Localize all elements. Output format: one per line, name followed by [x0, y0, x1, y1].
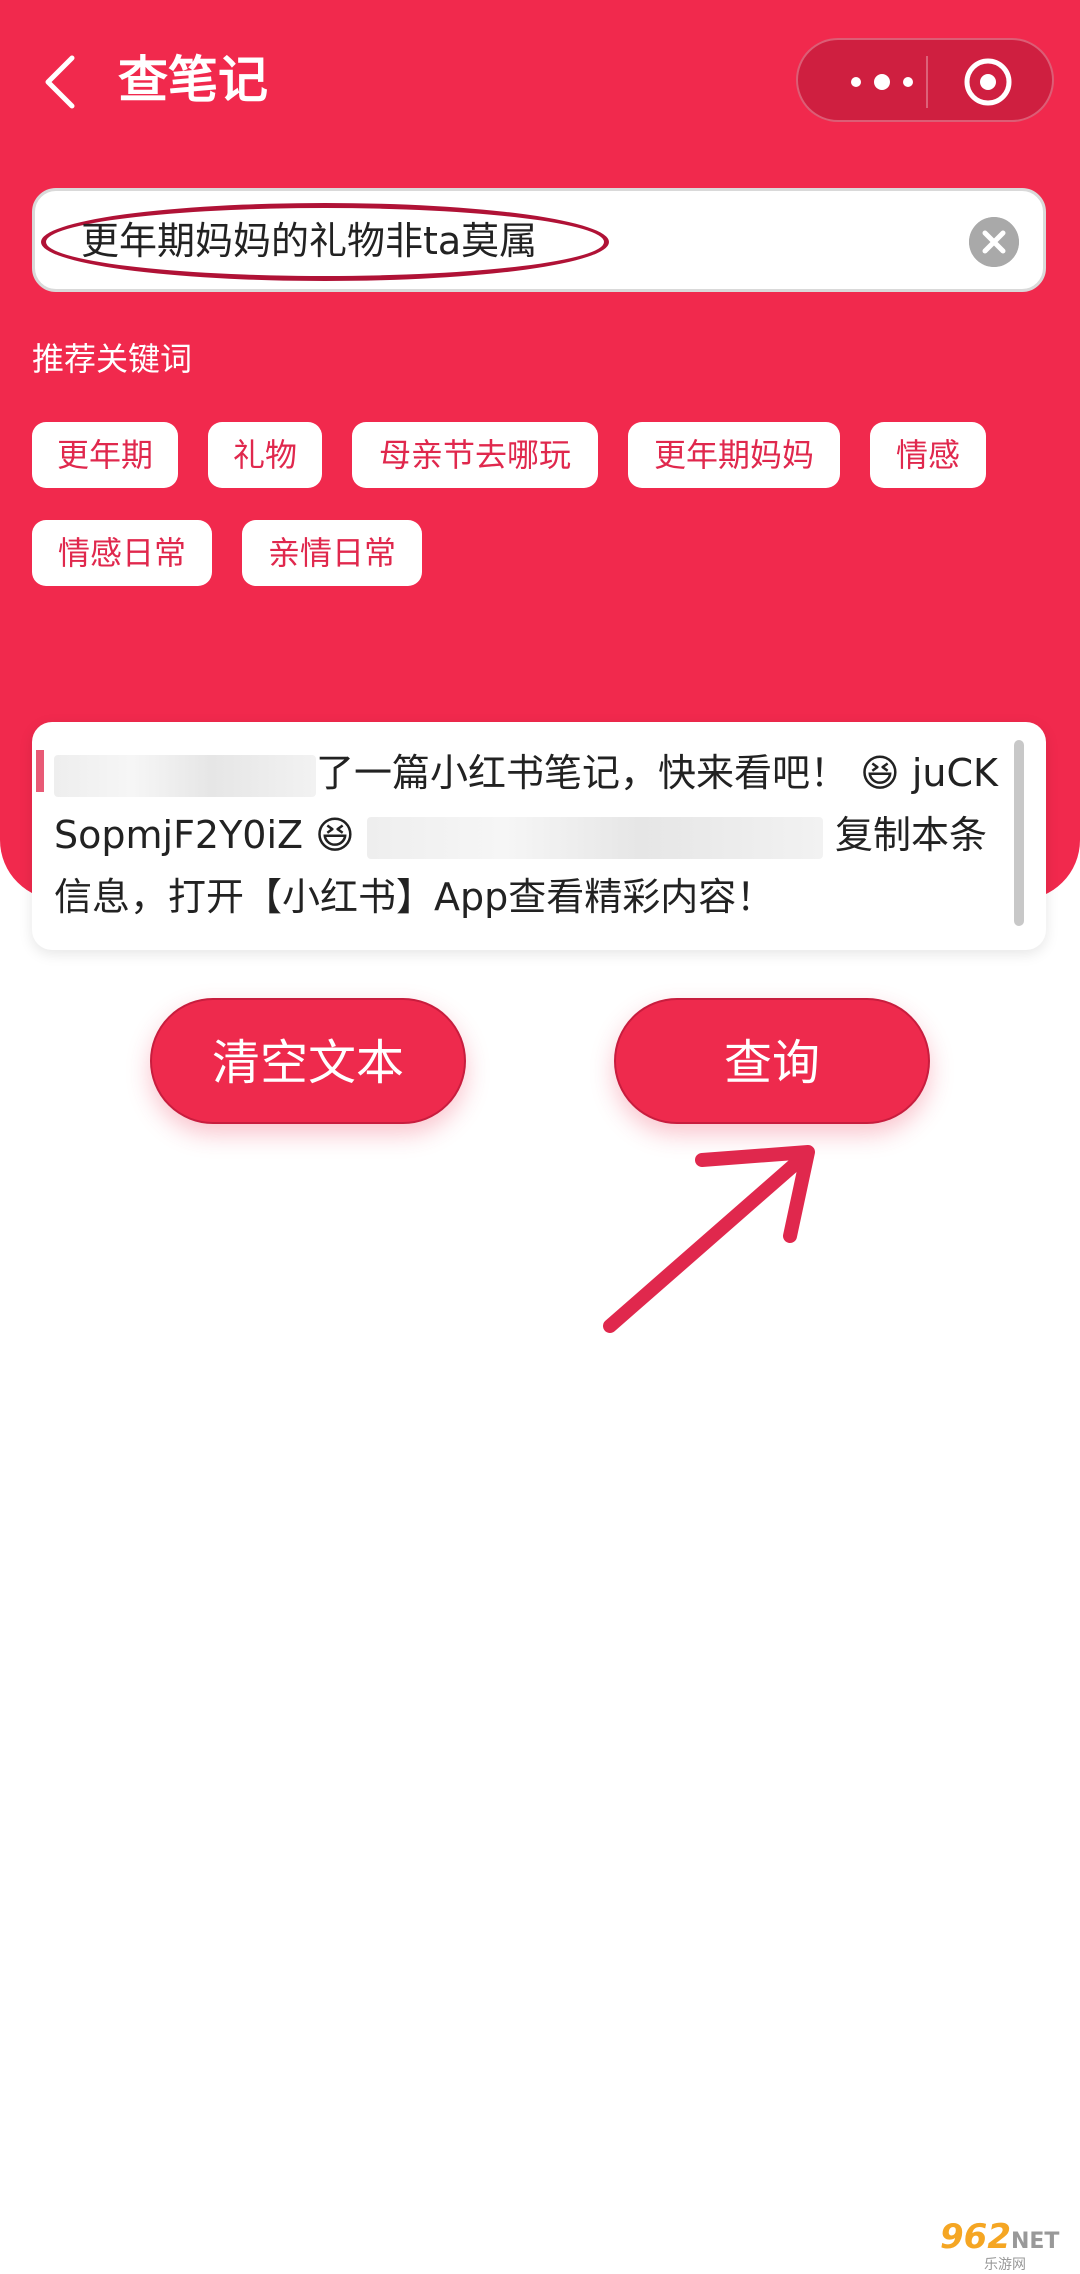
mini-program-capsule [796, 38, 1054, 122]
share-text-line3: 信息，打开【小红书】App查看精彩内容！ [54, 875, 775, 919]
redacted-text [54, 754, 316, 797]
laughing-emoji-icon: 😆 [315, 813, 355, 857]
pointer-arrow-annotation [603, 1145, 815, 1333]
share-text-content: 了一篇小红书笔记，快来看吧！ 😆 juCK SopmjF2Y0iZ 😆 复制本条… [54, 742, 1044, 928]
chevron-left-icon[interactable] [38, 52, 88, 112]
search-input-value: 更年期妈妈的礼物非ta莫属 [81, 219, 538, 263]
share-code-part2: SopmjF2Y0iZ [54, 813, 304, 857]
query-button[interactable]: 查询 [614, 998, 930, 1124]
search-input[interactable]: 更年期妈妈的礼物非ta莫属 [32, 188, 1046, 292]
keyword-chip[interactable]: 更年期 [32, 422, 178, 488]
keyword-chip[interactable]: 礼物 [208, 422, 322, 488]
keyword-chip[interactable]: 情感日常 [32, 520, 212, 586]
keyword-chip[interactable]: 亲情日常 [242, 520, 422, 586]
site-watermark: 962NET 乐游网 [940, 2220, 1072, 2273]
text-cursor-marker [36, 750, 44, 792]
share-text-line2-suffix: 复制本条 [834, 813, 987, 857]
keyword-chip[interactable]: 更年期妈妈 [628, 422, 840, 488]
share-code-part1: juCK [911, 751, 998, 795]
text-scrollbar[interactable] [1014, 740, 1024, 926]
clear-text-button[interactable]: 清空文本 [150, 998, 466, 1124]
share-text-line1: 了一篇小红书笔记，快来看吧！ [316, 751, 849, 795]
keyword-chip[interactable]: 情感 [870, 422, 986, 488]
target-icon[interactable] [962, 56, 1014, 108]
watermark-subtitle: 乐游网 [984, 2257, 1026, 2273]
page-title: 查笔记 [118, 51, 268, 109]
keyword-chip[interactable]: 母亲节去哪玩 [352, 422, 598, 488]
share-text-area[interactable]: 了一篇小红书笔记，快来看吧！ 😆 juCK SopmjF2Y0iZ 😆 复制本条… [32, 722, 1046, 950]
recommend-keywords-label: 推荐关键词 [32, 340, 193, 378]
clear-circle-icon[interactable] [969, 217, 1019, 267]
capsule-divider [926, 56, 928, 108]
laughing-emoji-icon: 😆 [860, 751, 900, 795]
redacted-link [366, 816, 823, 859]
more-dots-icon[interactable] [838, 62, 934, 102]
